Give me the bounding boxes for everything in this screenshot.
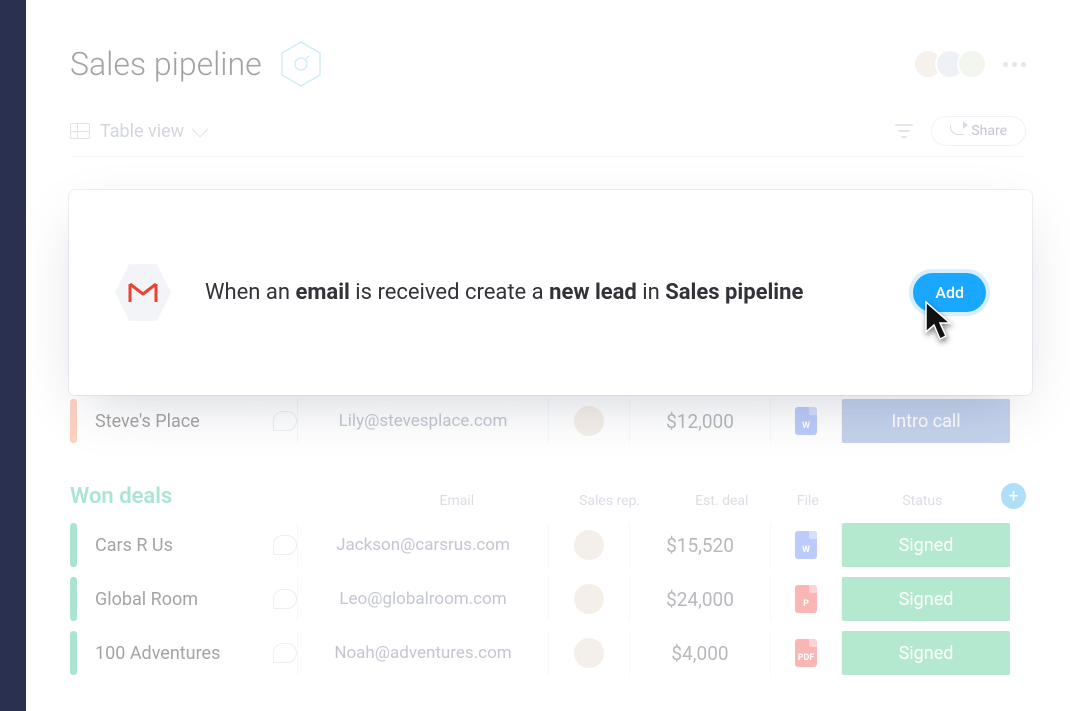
group-won-deals: Won deals Email Sales rep. Est. deal Fil…	[70, 483, 1026, 675]
share-label: Share	[971, 123, 1007, 139]
app-sidebar	[0, 0, 26, 711]
cell-file[interactable]: P	[771, 585, 841, 613]
page-title: Sales pipeline	[70, 45, 262, 83]
chat-icon[interactable]	[273, 411, 297, 431]
cell-sales-rep[interactable]	[549, 638, 629, 668]
add-column-button[interactable]: +	[1001, 483, 1026, 509]
board-members-avatars[interactable]	[921, 49, 987, 79]
avatar	[574, 530, 604, 560]
table-icon	[70, 123, 90, 139]
group-title[interactable]: Won deals	[70, 484, 366, 509]
cell-sales-rep[interactable]	[549, 406, 629, 436]
cell-sales-rep[interactable]	[549, 530, 629, 560]
avatar	[574, 584, 604, 614]
share-icon	[950, 125, 964, 135]
avatar	[957, 49, 987, 79]
automation-suggestion-card: When an email is received create a new l…	[69, 190, 1032, 395]
word-doc-icon: W	[795, 407, 817, 435]
cell-file[interactable]: W	[771, 531, 841, 559]
cell-file[interactable]: W	[771, 407, 841, 435]
cell-email[interactable]: Lily@stevesplace.com	[298, 411, 548, 431]
row-color-stripe	[70, 399, 77, 443]
chat-icon[interactable]	[273, 535, 297, 555]
filter-icon[interactable]	[895, 124, 913, 138]
avatar	[574, 638, 604, 668]
more-menu-icon[interactable]	[1003, 62, 1026, 67]
chat-icon[interactable]	[273, 589, 297, 609]
cell-email[interactable]: Leo@globalroom.com	[298, 589, 548, 609]
column-header-email[interactable]: Email	[366, 493, 547, 509]
column-header-file[interactable]: File	[772, 493, 844, 509]
cell-status[interactable]: Signed	[842, 523, 1010, 567]
cell-email[interactable]: Noah@adventures.com	[298, 643, 548, 663]
row-color-stripe	[70, 577, 77, 621]
column-header-rep[interactable]: Sales rep.	[548, 493, 672, 509]
cell-status[interactable]: Signed	[842, 577, 1010, 621]
cell-status[interactable]: Signed	[842, 631, 1010, 675]
view-switcher[interactable]: Table view	[70, 121, 206, 142]
cell-name: Steve's Place	[77, 411, 267, 432]
table-row[interactable]: Steve's Place Lily@stevesplace.com $12,0…	[70, 399, 1026, 443]
table-row[interactable]: 100 Adventures Noah@adventures.com $4,000 P…	[70, 631, 1026, 675]
table-row[interactable]: Global Room Leo@globalroom.com $24,000 P Sig…	[70, 577, 1026, 621]
doc-icon: PDF	[795, 639, 817, 667]
chat-icon[interactable]	[273, 643, 297, 663]
view-label: Table view	[100, 121, 184, 142]
cell-name: Cars R Us	[77, 535, 267, 556]
share-button[interactable]: Share	[931, 116, 1026, 146]
row-color-stripe	[70, 523, 77, 567]
cell-deal[interactable]: $15,520	[630, 534, 770, 557]
column-header-status[interactable]: Status	[844, 493, 1002, 509]
cell-deal[interactable]: $4,000	[630, 642, 770, 665]
cell-deal[interactable]: $24,000	[630, 588, 770, 611]
gmail-icon	[115, 263, 171, 323]
cell-name: 100 Adventures	[77, 643, 267, 664]
automation-hexagon-icon[interactable]	[280, 40, 322, 88]
automation-sentence: When an email is received create a new l…	[205, 276, 879, 309]
cell-file[interactable]: PDF	[771, 639, 841, 667]
cell-sales-rep[interactable]	[549, 584, 629, 614]
add-automation-button[interactable]: Add	[913, 273, 986, 312]
column-header-deal[interactable]: Est. deal	[672, 493, 772, 509]
cell-email[interactable]: Jackson@carsrus.com	[298, 535, 548, 555]
row-color-stripe	[70, 631, 77, 675]
cell-name: Global Room	[77, 589, 267, 610]
cell-status[interactable]: Intro call	[842, 399, 1010, 443]
doc-icon: W	[795, 531, 817, 559]
doc-icon: P	[795, 585, 817, 613]
cell-deal[interactable]: $12,000	[630, 410, 770, 433]
avatar	[574, 406, 604, 436]
table-row[interactable]: Cars R Us Jackson@carsrus.com $15,520 W Sign…	[70, 523, 1026, 567]
chevron-down-icon	[192, 120, 209, 137]
